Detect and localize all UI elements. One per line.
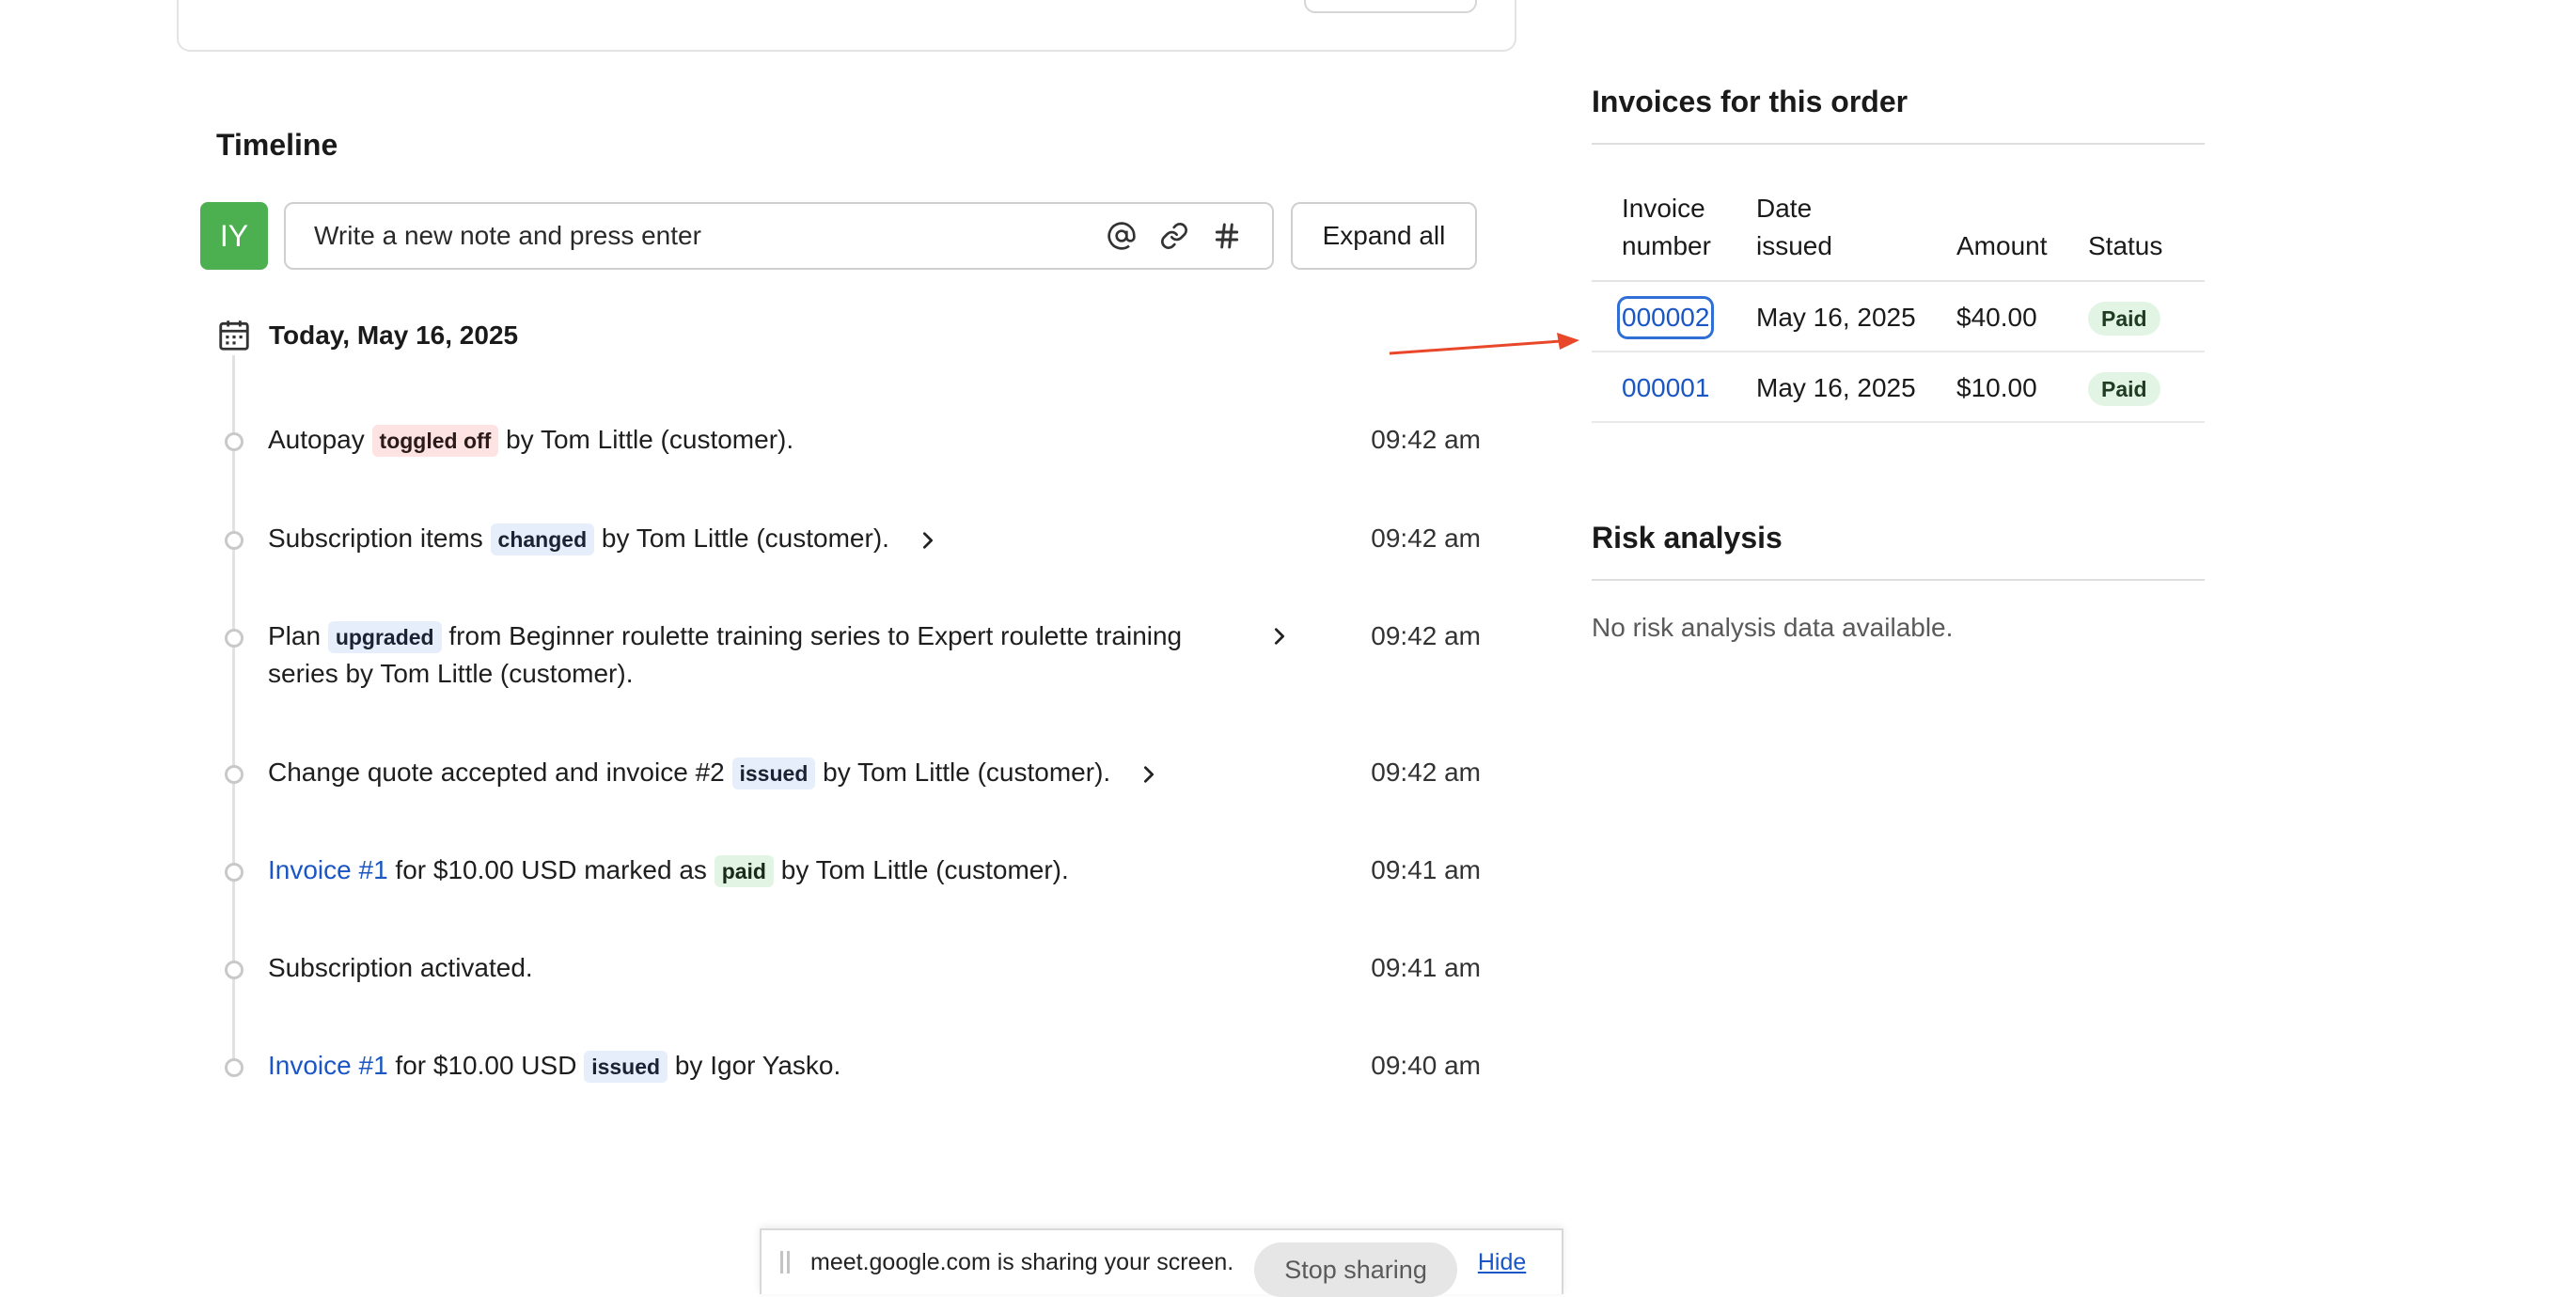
event-text: for $10.00 USD marked as [395,855,707,884]
timeline-dot [225,1058,243,1077]
chevron-right-icon[interactable] [918,530,938,551]
table-row: 000002 May 16, 2025 $40.00 Paid [1592,282,2205,352]
hashtag-icon[interactable] [1210,219,1244,253]
status-badge: upgraded [327,621,442,653]
invoice-status: Paid [2088,299,2160,336]
event-text: series by Tom Little (customer). [268,659,634,688]
event-text: Subscription items [268,523,483,553]
event-text: from Beginner roulette training series t… [448,621,1183,650]
event-time: 09:42 am [1371,425,1481,454]
share-message: meet.google.com is sharing your screen. [810,1248,1234,1275]
event-time: 09:41 am [1371,855,1481,884]
invoices-table: Invoice number Date issued Amount Status 0… [1592,188,2205,423]
avatar: IY [200,202,268,270]
stop-sharing-button[interactable]: Stop sharing [1254,1242,1457,1297]
timeline-dot [225,961,243,979]
note-input[interactable]: Write a new note and press enter [284,202,1274,270]
timeline-date-header: Today, May 16, 2025 [216,318,518,353]
timeline-dot [225,863,243,882]
invoice-status: Paid [2088,369,2160,407]
event-text: Autopay [268,425,365,454]
event-time: 09:42 am [1371,621,1481,650]
status-badge: toggled off [371,425,499,457]
note-input-placeholder: Write a new note and press enter [314,221,701,250]
invoice-amount: $10.00 [1956,373,2037,402]
status-badge: issued [731,758,816,789]
status-badge: Paid [2088,302,2160,336]
expand-all-button[interactable]: Expand all [1291,202,1477,270]
column-header-invoice-number: Invoice number [1622,194,1711,260]
event-text: Plan [268,621,322,650]
summary-card [177,0,1516,52]
event-time: 09:42 am [1371,523,1481,553]
status-badge: paid [714,855,774,887]
invoice-date: May 16, 2025 [1756,303,1916,332]
risk-divider [1592,579,2205,581]
screen-share-bar: meet.google.com is sharing your screen. … [760,1228,1563,1297]
table-row: 000001 May 16, 2025 $10.00 Paid [1592,352,2205,423]
timeline-dot [225,432,243,451]
invoice-number-link[interactable]: 000002 [1616,296,1715,339]
chevron-right-icon[interactable] [1269,626,1290,647]
annotation-arrow-icon [1389,333,1579,355]
event-time: 09:41 am [1371,953,1481,982]
invoice-link[interactable]: Invoice #1 [268,855,388,884]
event-text: Change quote accepted and invoice #2 [268,758,725,787]
risk-empty-text: No risk analysis data available. [1592,613,1954,642]
chevron-right-icon[interactable] [1139,764,1159,785]
column-header-amount: Amount [1956,231,2048,260]
card-button[interactable] [1304,0,1477,13]
risk-analysis-title: Risk analysis [1592,521,1783,555]
timeline-dot [225,765,243,784]
mention-icon[interactable] [1105,219,1139,253]
invoice-number-link[interactable]: 000001 [1622,369,1709,407]
table-header: Invoice number Date issued Amount Status [1592,188,2205,282]
hide-link[interactable]: Hide [1478,1249,1526,1276]
column-header-status: Status [2088,231,2163,260]
status-badge: issued [584,1051,668,1083]
timeline-date: Today, May 16, 2025 [269,320,519,350]
invoices-divider [1592,143,2205,145]
status-badge: changed [490,523,595,555]
attachment-icon[interactable] [1157,219,1191,253]
event-text: by Tom Little (customer). [823,758,1111,787]
event-time: 09:42 am [1371,758,1481,787]
drag-handle-icon[interactable] [780,1251,790,1274]
status-badge: Paid [2088,372,2160,406]
timeline-dot [225,531,243,550]
event-time: 09:40 am [1371,1051,1481,1080]
event-text: by Tom Little (customer). [601,523,889,553]
timeline-dot [225,629,243,648]
invoices-title: Invoices for this order [1592,85,1908,118]
invoice-amount: $40.00 [1956,303,2037,332]
event-text: by Tom Little (customer). [780,855,1069,884]
column-header-date-issued: Date issued [1756,194,1832,260]
event-text: Subscription activated. [268,953,533,982]
timeline-title: Timeline [216,128,338,162]
calendar-icon [219,320,249,351]
event-text: by Tom Little (customer). [506,425,794,454]
event-text: by Igor Yasko. [674,1051,841,1080]
invoice-date: May 16, 2025 [1756,373,1916,402]
event-text: for $10.00 USD [395,1051,577,1080]
invoice-link[interactable]: Invoice #1 [268,1051,388,1080]
